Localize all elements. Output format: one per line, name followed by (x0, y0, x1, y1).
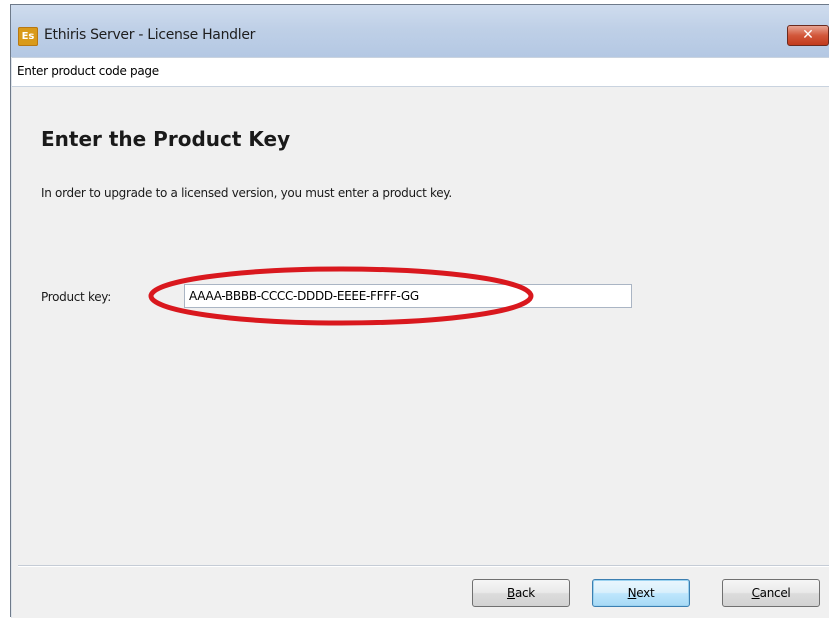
next-button-label: ext (636, 586, 655, 600)
window-title: Ethiris Server - License Handler (44, 27, 256, 43)
product-key-label: Product key: (41, 290, 111, 304)
page-header-text: Enter product code page (17, 64, 159, 78)
wizard-content: Enter product code page Enter the Produc… (11, 57, 829, 618)
close-button[interactable]: ✕ (787, 25, 829, 46)
next-button[interactable]: Next (592, 579, 690, 607)
license-handler-window: Es Ethiris Server - License Handler ✕ En… (10, 4, 829, 618)
next-button-mnemonic: N (627, 586, 637, 600)
button-area-divider (18, 565, 829, 567)
cancel-button[interactable]: Cancel (722, 579, 820, 607)
cancel-button-mnemonic: C (751, 586, 760, 600)
product-key-input[interactable] (184, 284, 632, 308)
page-title: Enter the Product Key (41, 127, 291, 151)
title-bar[interactable]: Es Ethiris Server - License Handler ✕ (11, 5, 829, 57)
back-button-label: ack (514, 586, 535, 600)
instructions-text: In order to upgrade to a licensed versio… (41, 186, 452, 200)
page-header-bar: Enter product code page (12, 57, 829, 87)
close-icon: ✕ (802, 27, 814, 43)
back-button-mnemonic: B (507, 586, 515, 600)
cancel-button-label: ancel (759, 586, 791, 600)
app-icon: Es (18, 27, 38, 46)
back-button[interactable]: Back (472, 579, 570, 607)
